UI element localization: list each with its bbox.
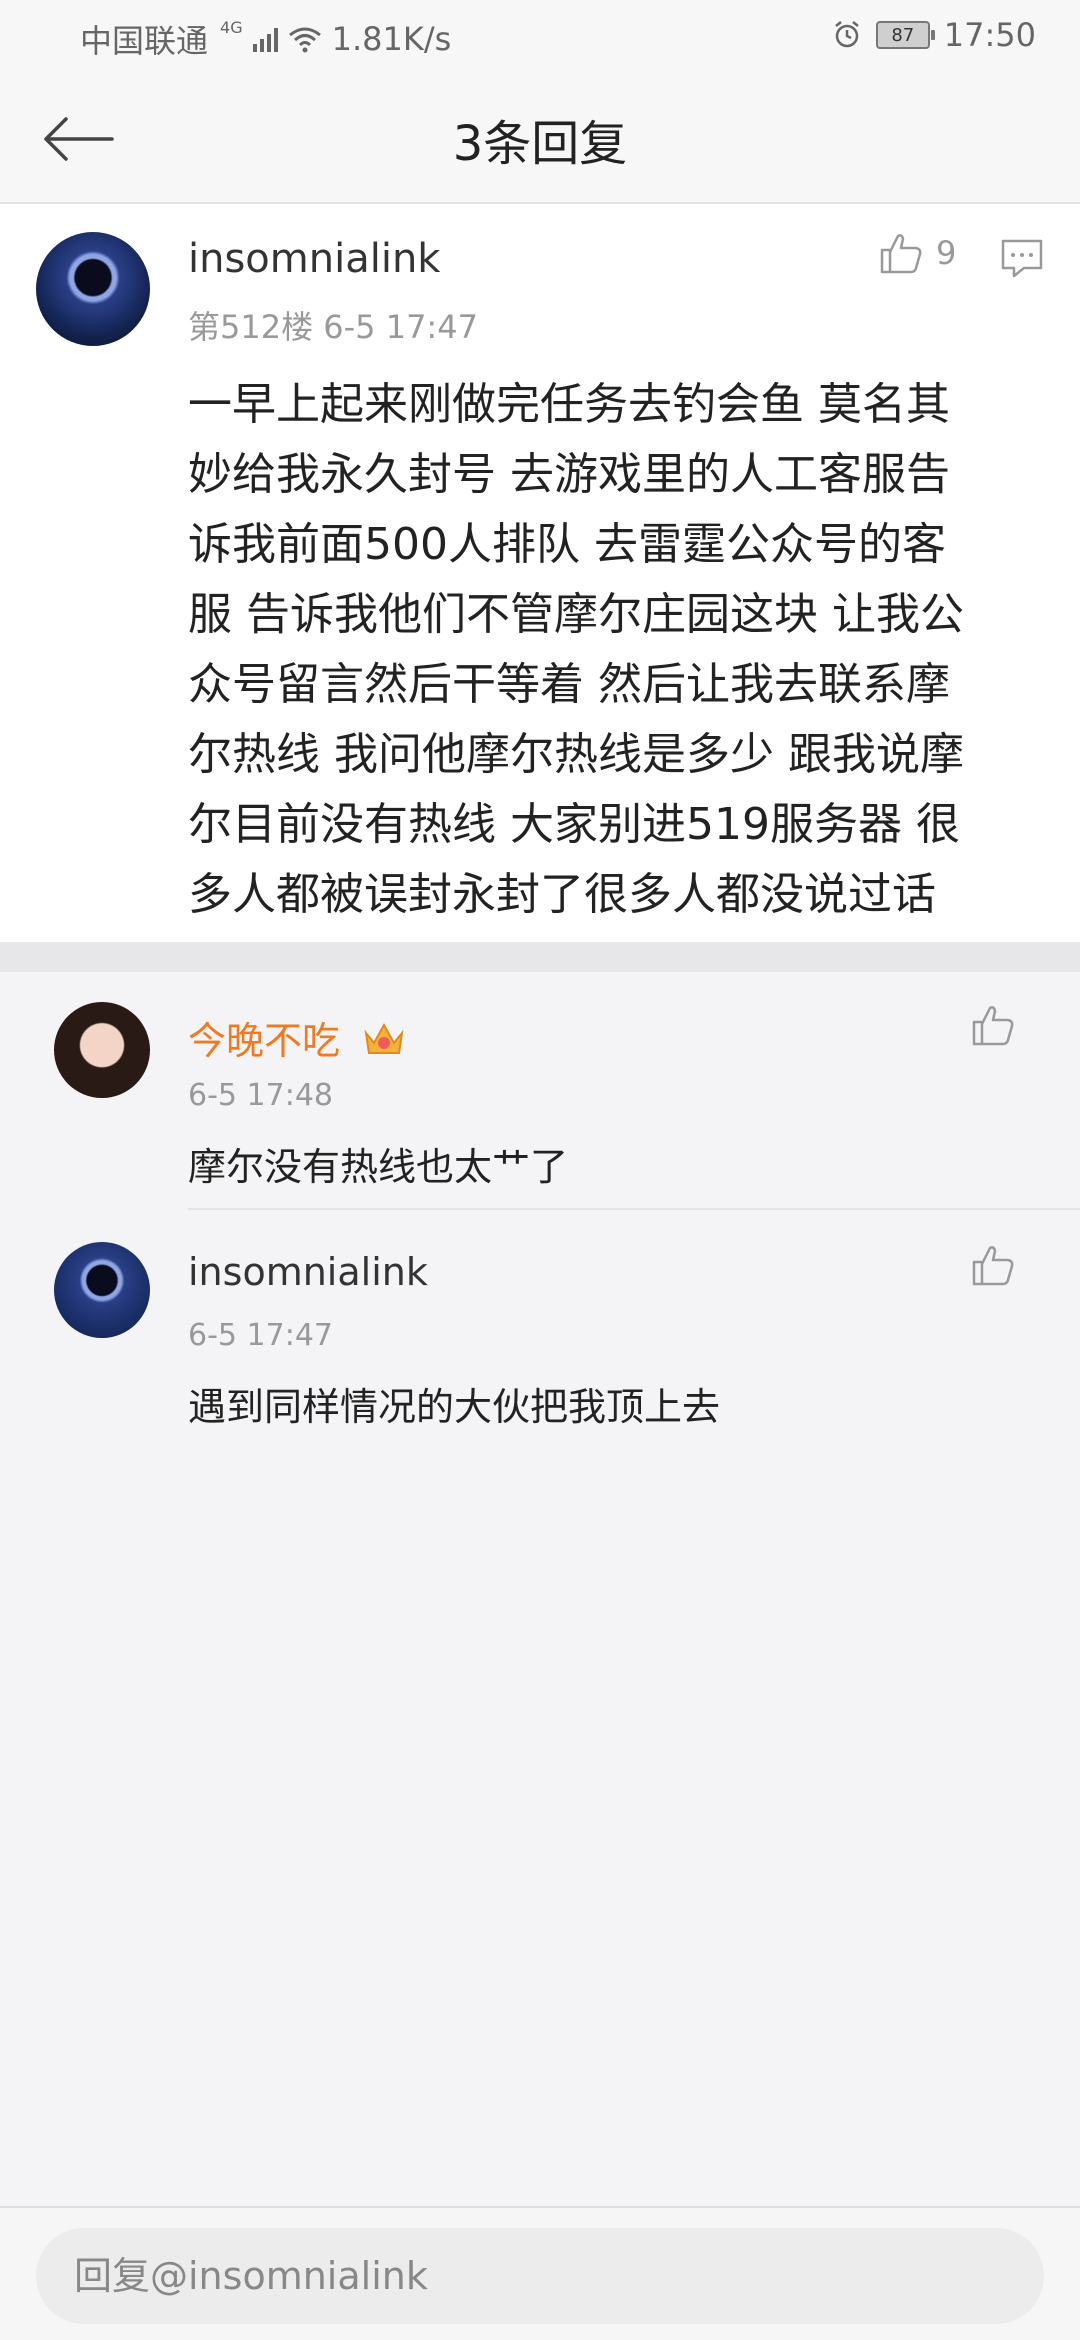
reply-thread-page: 中国联通 4G 1.81K/s 87 17:50 3条回复 insomniali…: [0, 0, 1080, 2340]
network-type: 4G: [220, 17, 243, 37]
status-bar: 中国联通 4G 1.81K/s 87 17:50: [0, 0, 1080, 74]
post-line: 服 告诉我他们不管摩尔庄园这块 让我公: [188, 589, 964, 640]
section-divider: [0, 942, 1080, 972]
reply-input[interactable]: [36, 2228, 1044, 2324]
signal-icon: [252, 26, 278, 52]
reply-separator: [188, 1208, 1080, 1210]
post-line: 尔热线 我问他摩尔热线是多少 跟我说摩: [188, 729, 964, 780]
alarm-icon: [835, 21, 859, 48]
main-post: insomnialink 第512楼 6-5 17:47 9 一早上起来刚做完任…: [0, 204, 1080, 942]
battery-icon: 87: [875, 21, 935, 49]
comment-button[interactable]: [1000, 238, 1044, 284]
reply-text: 遇到同样情况的大伙把我顶上去: [188, 1385, 721, 1429]
reply-text: 摩尔没有热线也太艹了: [188, 1145, 569, 1189]
post-line: 一早上起来刚做完任务去钓会鱼 莫名其: [188, 379, 950, 430]
post-line: 诉我前面500人排队 去雷霆公众号的客: [188, 519, 946, 570]
post-line: 妙给我永久封号 去游戏里的人工客服告: [188, 449, 950, 500]
reply-username[interactable]: insomnialink: [188, 1250, 428, 1294]
reply-bar: [0, 2206, 1080, 2340]
clock: 17:50: [943, 16, 1036, 54]
comment-icon: [1001, 239, 1043, 278]
post-time: 6-5 17:47: [323, 308, 478, 346]
post-line: 众号留言然后干等着 然后让我去联系摩: [188, 659, 950, 710]
header-bar: 3条回复: [0, 74, 1080, 204]
avatar[interactable]: [36, 232, 150, 346]
post-like-button[interactable]: 9: [878, 230, 956, 276]
crown-icon: [362, 1019, 406, 1068]
reply-item[interactable]: insomnialink 6-5 17:47 遇到同样情况的大伙把我顶上去: [0, 1212, 1080, 1442]
status-left: 中国联通 4G 1.81K/s: [80, 16, 451, 62]
thumbs-up-icon: [972, 1246, 1014, 1286]
reply-time: 6-5 17:48: [188, 1078, 333, 1113]
wifi-icon: [288, 27, 321, 53]
page-title: 3条回复: [452, 116, 628, 172]
reply-like-button[interactable]: [970, 1242, 1016, 1292]
post-line: 多人都被误封永封了很多人都没说过话: [188, 869, 936, 920]
network-speed: 1.81K/s: [331, 20, 452, 58]
reply-like-button[interactable]: [970, 1002, 1016, 1052]
status-right: 87 17:50: [832, 16, 1036, 54]
post-body: 一早上起来刚做完任务去钓会鱼 莫名其 妙给我永久封号 去游戏里的人工客服告 诉我…: [188, 370, 1038, 930]
reply-time: 6-5 17:47: [188, 1318, 333, 1353]
avatar[interactable]: [54, 1002, 150, 1098]
reply-username[interactable]: 今晚不吃: [188, 1010, 406, 1068]
post-username[interactable]: insomnialink: [188, 236, 440, 282]
avatar[interactable]: [54, 1242, 150, 1338]
post-line: 尔目前没有热线 大家别进519服务器 很: [188, 799, 960, 850]
thumbs-up-icon: [880, 234, 922, 274]
post-meta: 第512楼 6-5 17:47: [188, 302, 478, 348]
floor-number: 第512楼: [188, 308, 314, 346]
reply-username-text: 今晚不吃: [188, 1019, 341, 1063]
reply-item[interactable]: 今晚不吃 6-5 17:48 摩尔没有热线也太艹了: [0, 972, 1080, 1210]
thumbs-up-icon: [972, 1006, 1014, 1046]
battery-level: 87: [891, 24, 915, 46]
carrier-label: 中国联通: [80, 22, 209, 60]
like-count: 9: [936, 234, 957, 272]
